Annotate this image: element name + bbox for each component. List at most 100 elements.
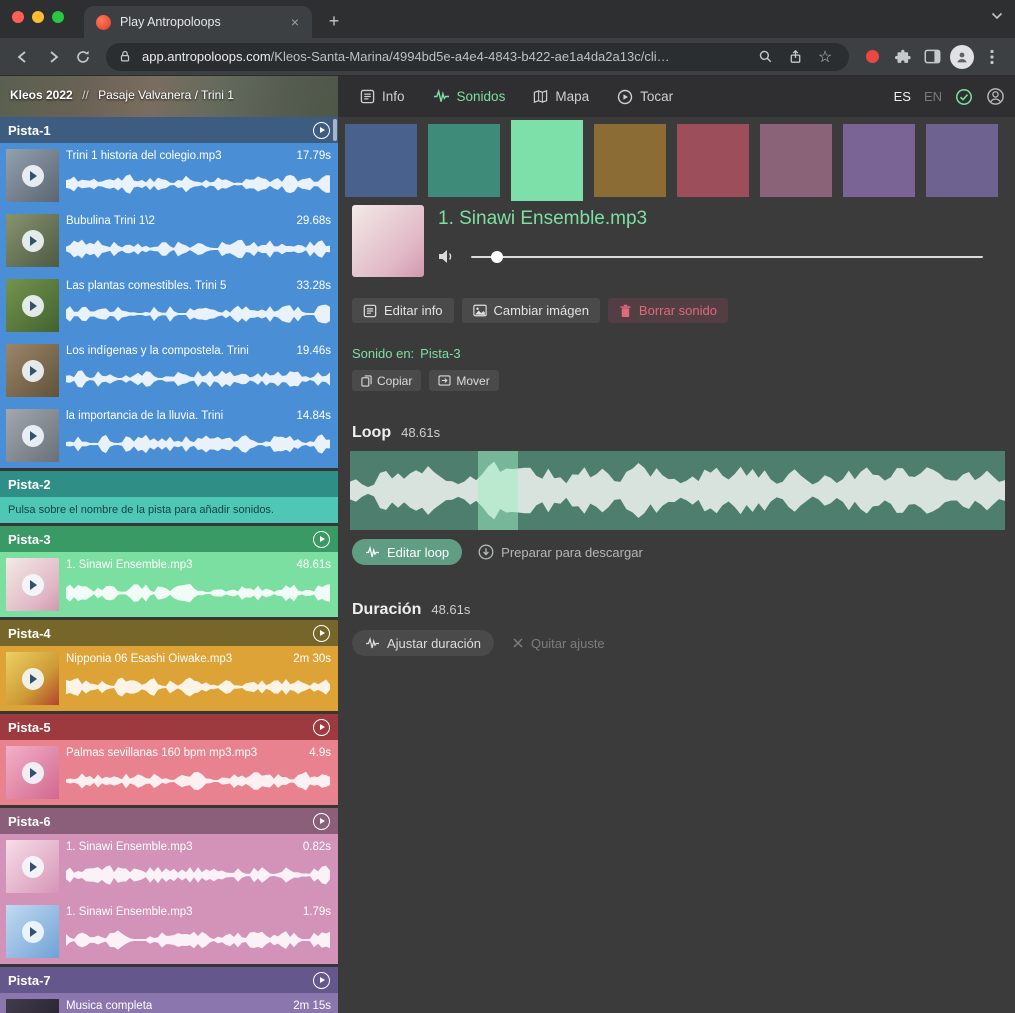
track-name[interactable]: Pista-5 [8,720,313,735]
sound-title[interactable]: 1. Sinawi Ensemble.mp3 [66,841,193,853]
extensions-puzzle-icon[interactable] [887,42,917,72]
track-name[interactable]: Pista-1 [8,123,313,138]
close-window-button[interactable] [12,11,24,23]
thumbnail-play-icon[interactable] [22,295,44,317]
copy-button[interactable]: Copiar [352,370,421,391]
thumbnail-play-icon[interactable] [22,856,44,878]
sound-item[interactable]: Trini 1 historia del colegio.mp317.79s [0,143,338,208]
sound-item[interactable]: la importancia de la lluvia. Trini14.84s [0,403,338,468]
track-header[interactable]: Pista-1 [0,117,338,143]
edit-loop-button[interactable]: Editar loop [352,539,462,565]
track-color-swatch-selected[interactable] [511,120,583,201]
address-bar[interactable]: app.antropoloops.com/Kleos-Santa-Marina/… [106,43,849,71]
url-text[interactable]: app.antropoloops.com/Kleos-Santa-Marina/… [142,49,747,64]
track-play-button[interactable] [313,972,330,989]
zoom-icon[interactable] [753,45,777,69]
sound-item[interactable]: 1. Sinawi Ensemble.mp31.79s [0,899,338,964]
saved-check-icon[interactable] [955,88,973,106]
track-header[interactable]: Pista-5 [0,714,338,740]
browser-tab[interactable]: Play Antropoloops × [84,6,312,38]
tab-search-chevron-icon[interactable] [991,12,1003,20]
profile-avatar[interactable] [947,42,977,72]
track-color-swatch[interactable] [428,124,500,197]
track-color-swatch[interactable] [345,124,417,197]
tab-close-icon[interactable]: × [286,13,304,31]
thumbnail-play-icon[interactable] [22,230,44,252]
track-color-swatch[interactable] [843,124,915,197]
sound-title[interactable]: Bubulina Trini 1\2 [66,215,155,227]
sidebar-toggle-icon[interactable] [917,42,947,72]
track-color-swatch[interactable] [677,124,749,197]
sound-title[interactable]: la importancia de la lluvia. Trini [66,410,223,422]
remove-adjust-button[interactable]: Quitar ajuste [512,636,605,651]
minimize-window-button[interactable] [32,11,44,23]
track-color-swatch[interactable] [760,124,832,197]
track-name[interactable]: Pista-2 [8,477,330,492]
thumbnail-play-icon[interactable] [22,762,44,784]
thumbnail-play-icon[interactable] [22,921,44,943]
sound-item[interactable]: Los indígenas y la compostela. Trini19.4… [0,338,338,403]
track-color-swatch[interactable] [594,124,666,197]
sound-item[interactable]: 1. Sinawi Ensemble.mp30.82s [0,834,338,899]
sound-title[interactable]: Las plantas comestibles. Trini 5 [66,280,226,292]
sound-title[interactable]: 1. Sinawi Ensemble.mp3 [66,906,193,918]
track-play-button[interactable] [313,122,330,139]
language-es[interactable]: ES [894,89,911,104]
sound-title[interactable]: Musica completa [66,1000,152,1012]
new-tab-button[interactable]: + [322,10,346,34]
sound-title[interactable]: Palmas sevillanas 160 bpm mp3.mp3 [66,747,257,759]
volume-slider[interactable] [471,256,983,258]
nav-tab-sonidos[interactable]: Sonidos [433,89,506,104]
recording-indicator-icon[interactable] [857,42,887,72]
reload-button[interactable] [68,42,98,72]
track-header[interactable]: Pista-4 [0,620,338,646]
sound-item[interactable]: Palmas sevillanas 160 bpm mp3.mp34.9s [0,740,338,805]
sound-title[interactable]: Los indígenas y la compostela. Trini [66,345,249,357]
change-image-button[interactable]: Cambiar imágen [462,298,600,323]
track-play-button[interactable] [313,531,330,548]
sound-title[interactable]: Nipponia 06 Esashi Oiwake.mp3 [66,653,232,665]
loop-waveform[interactable] [350,451,1005,530]
nav-tab-mapa[interactable]: Mapa [533,89,589,104]
thumbnail-play-icon[interactable] [22,668,44,690]
share-icon[interactable] [783,45,807,69]
thumbnail-play-icon[interactable] [22,360,44,382]
sound-title[interactable]: Trini 1 historia del colegio.mp3 [66,150,222,162]
sound-item-selected[interactable]: 1. Sinawi Ensemble.mp348.61s [0,552,338,617]
zoom-window-button[interactable] [52,11,64,23]
language-en[interactable]: EN [924,89,942,104]
account-icon[interactable] [986,87,1005,106]
track-header[interactable]: Pista-2 [0,471,338,497]
delete-sound-button[interactable]: Borrar sonido [608,298,728,323]
track-play-button[interactable] [313,813,330,830]
adjust-duration-button[interactable]: Ajustar duración [352,630,494,656]
nav-tab-tocar[interactable]: Tocar [617,89,673,105]
track-header[interactable]: Pista-7 [0,967,338,993]
sound-item[interactable]: Musica completa2m 15s [0,993,338,1013]
track-play-button[interactable] [313,625,330,642]
move-button[interactable]: Mover [429,370,498,391]
prepare-download-button[interactable]: Preparar para descargar [478,544,643,560]
thumbnail-play-icon[interactable] [22,165,44,187]
track-name[interactable]: Pista-6 [8,814,313,829]
site-lock-icon[interactable] [118,49,132,64]
track-header[interactable]: Pista-6 [0,808,338,834]
browser-menu-icon[interactable] [977,42,1007,72]
sound-title[interactable]: 1. Sinawi Ensemble.mp3 [66,559,193,571]
track-color-swatch[interactable] [926,124,998,197]
volume-icon[interactable] [438,249,456,264]
edit-info-button[interactable]: Editar info [352,298,454,323]
loop-selection[interactable] [478,451,518,530]
thumbnail-play-icon[interactable] [22,574,44,596]
track-name[interactable]: Pista-3 [8,532,313,547]
volume-handle[interactable] [491,251,503,263]
sound-item[interactable]: Bubulina Trini 1\229.68s [0,208,338,273]
sound-item[interactable]: Nipponia 06 Esashi Oiwake.mp32m 30s [0,646,338,711]
track-header[interactable]: Pista-3 [0,526,338,552]
track-name[interactable]: Pista-7 [8,973,313,988]
sound-item[interactable]: Las plantas comestibles. Trini 533.28s [0,273,338,338]
back-button[interactable] [8,42,38,72]
sidebar-scrollbar[interactable] [333,119,337,141]
thumbnail-play-icon[interactable] [22,425,44,447]
track-name[interactable]: Pista-4 [8,626,313,641]
